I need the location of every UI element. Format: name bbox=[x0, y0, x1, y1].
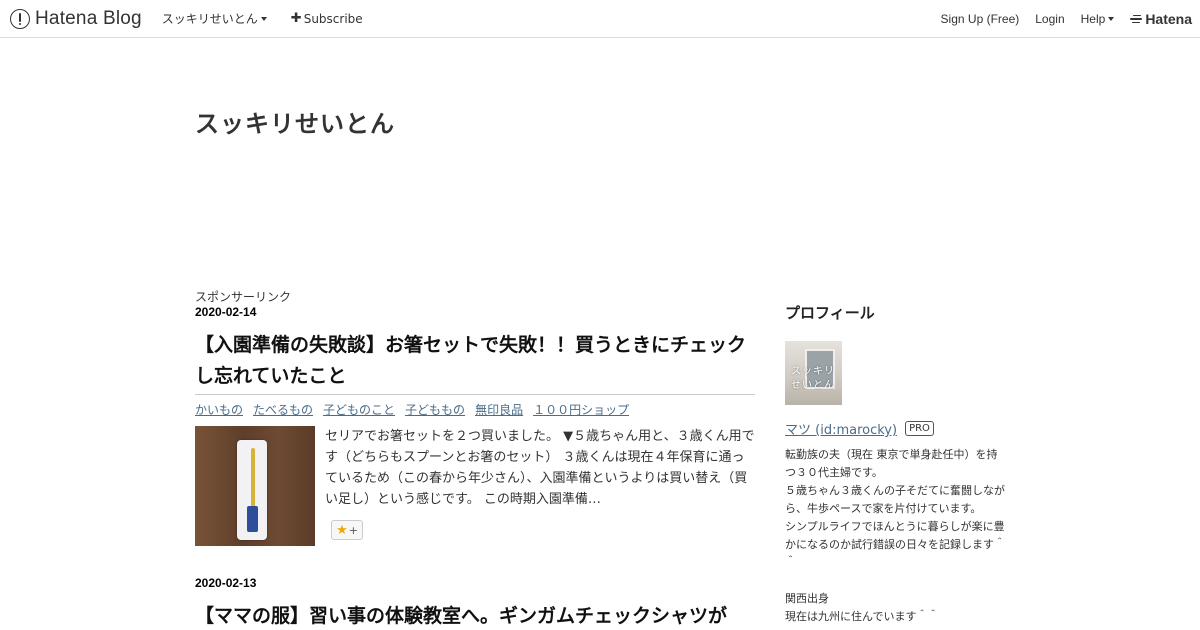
entry: 2020-02-13 【ママの服】習い事の体験教室へ。ギンガムチェックシャツが bbox=[195, 576, 755, 630]
plus-icon: ✚ bbox=[290, 11, 302, 26]
excerpt-wrap: セリアでお箸セットを２つ買いました。 ▼５歳ちゃん用と、３歳くん用です（どちらも… bbox=[325, 426, 755, 546]
login-link[interactable]: Login bbox=[1035, 12, 1064, 26]
sponsor-label: スポンサーリンク bbox=[195, 290, 292, 304]
entry-date[interactable]: 2020-02-14 bbox=[195, 305, 755, 319]
global-header: Hatena Blog スッキリせいとん ✚ Subscribe Sign Up… bbox=[0, 0, 1200, 38]
logo-text: Hatena Blog bbox=[35, 7, 142, 29]
sidebar: プロフィール スッキリ せいとん マツ (id:marocky) PRO 転勤族… bbox=[785, 302, 1005, 626]
profile-name-link[interactable]: マツ (id:marocky) bbox=[785, 419, 897, 438]
profile-avatar[interactable]: スッキリ せいとん bbox=[785, 341, 842, 405]
profile-description: 転勤族の夫（現在 東京で単身赴任中）を持つ３０代主婦です。 ５歳ちゃん３歳くんの… bbox=[785, 448, 1005, 623]
header-left: Hatena Blog スッキリせいとん ✚ Subscribe bbox=[10, 0, 363, 37]
entry-categories: かいもの たべるもの 子どものこと 子どももの 無印良品 １００円ショップ bbox=[195, 401, 755, 418]
entry-excerpt: セリアでお箸セットを２つ買いました。 ▼５歳ちゃん用と、３歳くん用です（どちらも… bbox=[325, 429, 755, 507]
category-link[interactable]: 子どものこと bbox=[323, 401, 395, 418]
entry-body: セリアでお箸セットを２つ買いました。 ▼５歳ちゃん用と、３歳くん用です（どちらも… bbox=[195, 426, 755, 546]
caret-down-icon bbox=[1108, 16, 1115, 21]
category-link[interactable]: １００円ショップ bbox=[533, 401, 629, 418]
entry-title[interactable]: 【ママの服】習い事の体験教室へ。ギンガムチェックシャツが bbox=[195, 601, 755, 630]
blog-menu-dropdown[interactable]: スッキリせいとん bbox=[162, 10, 267, 27]
category-link[interactable]: かいもの bbox=[195, 401, 243, 418]
hatena-brand-link[interactable]: Hatena bbox=[1130, 11, 1192, 27]
hatena-blog-logo[interactable]: Hatena Blog bbox=[10, 8, 142, 30]
category-link[interactable]: 子どももの bbox=[405, 401, 465, 418]
signup-link[interactable]: Sign Up (Free) bbox=[941, 12, 1020, 26]
header-right: Sign Up (Free) Login Help Hatena bbox=[925, 0, 1192, 37]
subscribe-label: Subscribe bbox=[303, 11, 363, 26]
thumbnail-utensil bbox=[251, 448, 255, 510]
entry-date[interactable]: 2020-02-13 bbox=[195, 576, 755, 590]
star-icon: ★ bbox=[336, 522, 348, 538]
caret-down-icon bbox=[260, 16, 267, 21]
main-content: スポンサーリンク 2020-02-14 【入園準備の失敗談】お箸セットで失敗！！… bbox=[195, 290, 755, 630]
add-star-button[interactable]: ★ + bbox=[331, 520, 363, 540]
thumbnail-handle bbox=[247, 506, 258, 532]
hatena-blog-logo-icon bbox=[10, 8, 30, 29]
profile-module-title: プロフィール bbox=[785, 304, 875, 322]
add-star-label: + bbox=[348, 523, 358, 537]
help-label: Help bbox=[1080, 11, 1106, 26]
blog-menu-label: スッキリせいとん bbox=[161, 12, 258, 26]
hatena-brand-icon bbox=[1130, 14, 1143, 24]
pro-badge: PRO bbox=[905, 421, 934, 436]
blog-title[interactable]: スッキリせいとん bbox=[195, 104, 395, 139]
entry: 2020-02-14 【入園準備の失敗談】お箸セットで失敗！！買うときにチェック… bbox=[195, 305, 755, 546]
entry-title[interactable]: 【入園準備の失敗談】お箸セットで失敗！！買うときにチェックし忘れていたこと bbox=[195, 330, 755, 395]
subscribe-button[interactable]: ✚ Subscribe bbox=[291, 11, 363, 26]
help-dropdown[interactable]: Help bbox=[1081, 12, 1115, 26]
entry-thumbnail[interactable] bbox=[195, 426, 315, 546]
category-link[interactable]: たべるもの bbox=[253, 401, 313, 418]
category-link[interactable]: 無印良品 bbox=[475, 401, 523, 418]
login-label: Login bbox=[1035, 11, 1065, 26]
avatar-text: スッキリ せいとん bbox=[791, 366, 835, 391]
profile-name-row: マツ (id:marocky) PRO bbox=[785, 419, 1005, 438]
hatena-brand-label: Hatena bbox=[1145, 10, 1192, 27]
